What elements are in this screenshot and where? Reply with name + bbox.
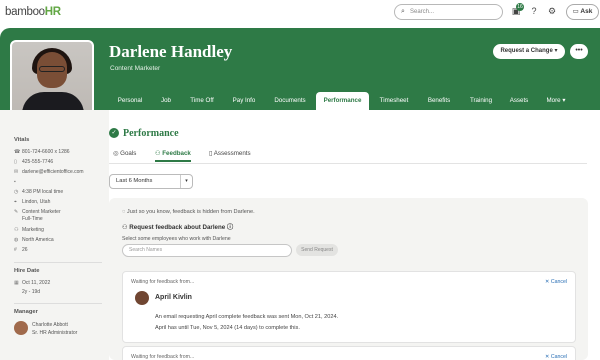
avatar: [135, 291, 149, 305]
tab-more[interactable]: More ▾: [539, 92, 573, 110]
feedback-request-card: Waiting for feedback from... ✕ Cancel Ap…: [122, 271, 576, 343]
main-content: ✓ Performance ◎ Goals ⚇ Feedback ▯ Asses…: [109, 110, 600, 360]
location: ⌖ Lindon, Utah: [14, 199, 51, 205]
request-feedback-title: ⚇ Request feedback about Darlene ⓘ: [122, 224, 234, 231]
wrench-icon: ✎: [14, 209, 19, 215]
clock-icon: ◷: [14, 189, 19, 195]
request-sent-text: An email requesting April complete feedb…: [155, 314, 339, 320]
waiting-label: Waiting for feedback from...: [131, 279, 195, 285]
tab-benefits[interactable]: Benefits: [419, 92, 459, 110]
job-title: ✎ Content Marketer: [14, 209, 61, 215]
hire-date: ▦ Oct 11, 2022: [14, 280, 51, 286]
department: ⚇ Marketing: [14, 227, 44, 233]
subtab-goals[interactable]: ◎ Goals: [113, 150, 136, 162]
hash-icon: #: [14, 247, 17, 253]
feedback-request-card: Waiting for feedback from... ✕ Cancel: [122, 346, 576, 360]
tab-job[interactable]: Job: [152, 92, 180, 110]
gear-icon[interactable]: ⚙: [545, 4, 559, 18]
work-phone: ☎ 801-724-6600 x 1286: [14, 149, 70, 155]
hire-date-heading: Hire Date: [14, 268, 40, 274]
tab-time-off[interactable]: Time Off: [184, 92, 220, 110]
manager-avatar[interactable]: [14, 321, 28, 335]
request-feedback-subtitle: Select some employees who work with Darl…: [122, 236, 231, 242]
employment-type: Full-Time: [22, 216, 43, 222]
help-icon[interactable]: ?: [527, 4, 541, 18]
local-time: ◷ 4:38 PM local time: [14, 189, 64, 195]
manager-title: Sr. HR Administrator: [32, 330, 78, 336]
chevron-down-icon: ▾: [180, 175, 192, 188]
manager-name[interactable]: Charlotte Abbott: [32, 322, 68, 328]
performance-icon: ✓: [109, 128, 119, 138]
mobile-icon: ▯: [14, 159, 17, 165]
manager-heading: Manager: [14, 309, 38, 315]
tab-timesheet[interactable]: Timesheet: [373, 92, 415, 110]
chevron-down-icon: ▾: [554, 48, 558, 54]
hidden-feedback-note: ◌ Just so you know, feedback is hidden f…: [122, 209, 255, 215]
region: ◍ North America: [14, 237, 54, 243]
date-range-select[interactable]: Last 6 Months ▾: [109, 174, 193, 189]
top-bar: bambooHR ⌕ Search... ▣ 16 ? ⚙ ▭ Ask: [0, 0, 600, 28]
tab-documents[interactable]: Documents: [268, 92, 312, 110]
chevron-down-icon: ▾: [562, 97, 566, 104]
calendar-icon: ▦: [14, 280, 19, 286]
employee-number: #26: [14, 247, 28, 253]
tenure: 2y - 19d: [22, 289, 41, 295]
request-change-button[interactable]: Request a Change ▾: [493, 44, 565, 59]
phone-icon: ☎: [14, 149, 21, 155]
cancel-request-button[interactable]: ✕ Cancel: [545, 354, 567, 360]
search-icon: ⌕: [401, 8, 405, 15]
social-links: ▪: [14, 179, 22, 185]
tab-training[interactable]: Training: [463, 92, 499, 110]
search-names-input[interactable]: Search Names: [122, 244, 292, 257]
linkedin-icon: ▪: [14, 179, 16, 185]
tab-assets[interactable]: Assets: [503, 92, 535, 110]
email[interactable]: ✉ darlene@efficientoffice.com: [14, 169, 84, 175]
subtab-feedback[interactable]: ⚇ Feedback: [155, 150, 191, 162]
global-search-input[interactable]: ⌕ Search...: [394, 4, 503, 20]
mobile-phone: ▯ 425-555-7746: [14, 159, 54, 165]
bamboohr-logo[interactable]: bambooHR: [5, 6, 61, 18]
profile-photo: [10, 40, 94, 120]
waiting-label: Waiting for feedback from...: [131, 354, 195, 360]
envelope-icon: ✉: [14, 169, 19, 175]
help-icon[interactable]: ⓘ: [227, 224, 233, 231]
subtab-divider: [109, 163, 587, 164]
vitals-heading: Vitals: [14, 137, 30, 143]
notification-badge: 16: [516, 3, 524, 11]
ask-button[interactable]: ▭ Ask: [566, 4, 599, 20]
due-date-text: April has until Tue, Nov 5, 2024 (14 day…: [155, 325, 300, 331]
send-request-button[interactable]: Send Request: [296, 244, 338, 256]
tab-pay-info[interactable]: Pay Info: [224, 92, 264, 110]
more-actions-button[interactable]: •••: [570, 44, 588, 59]
tab-personal[interactable]: Personal: [112, 92, 148, 110]
page-title: Performance: [123, 128, 179, 139]
employee-name: Darlene Handley: [109, 42, 233, 61]
employee-title: Content Marketer: [110, 65, 161, 72]
subtab-assessments[interactable]: ▯ Assessments: [209, 150, 251, 162]
tab-performance[interactable]: Performance: [316, 92, 369, 110]
people-icon: ⚇: [14, 227, 19, 233]
reviewer-name: April Kivlin: [155, 294, 192, 301]
search-placeholder: Search...: [410, 9, 435, 15]
cancel-request-button[interactable]: ✕ Cancel: [545, 279, 567, 285]
globe-icon: ◍: [14, 237, 19, 243]
pin-icon: ⌖: [14, 199, 17, 205]
